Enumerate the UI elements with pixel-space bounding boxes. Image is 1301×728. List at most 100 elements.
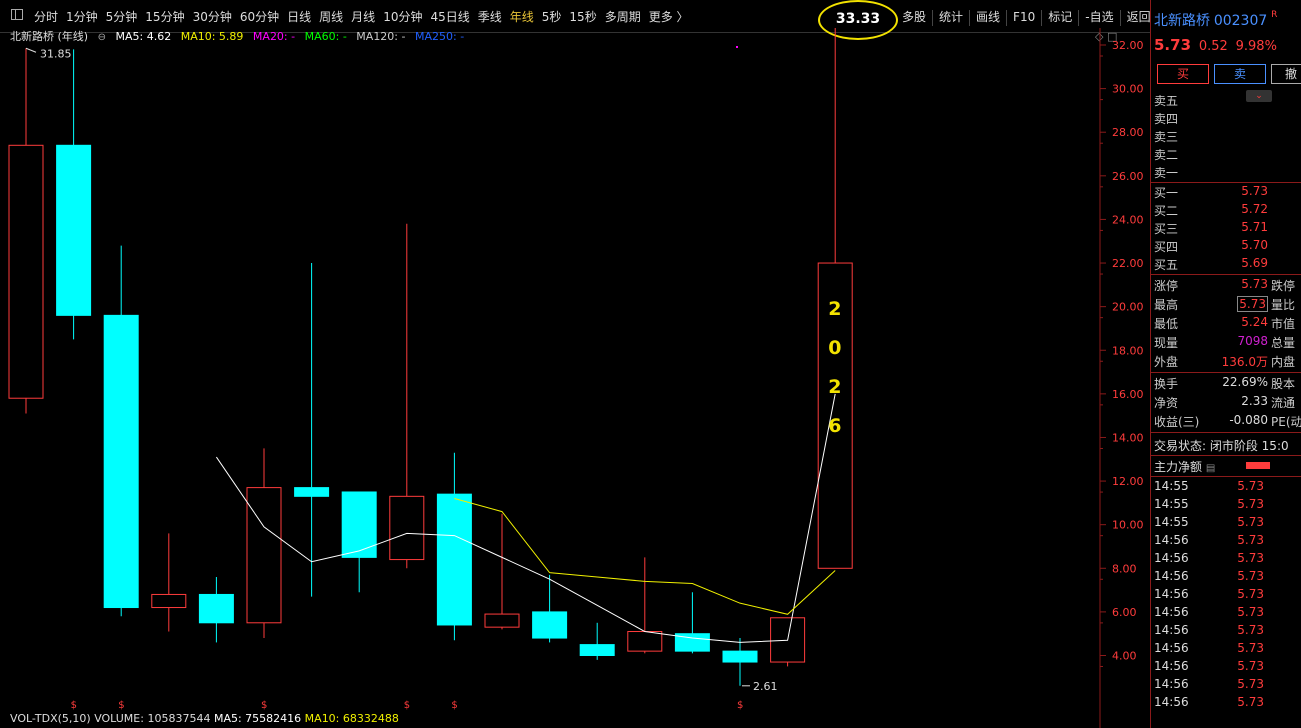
main-flow-label[interactable]: 主力净额 ▤ xyxy=(1154,458,1215,475)
period-tab[interactable]: 月线 xyxy=(351,10,375,24)
period-tabs: 分时 1分钟 5分钟 15分钟 30分钟 60分钟 日线 周线 月线 10分钟 45日线 季线 年线 5秒… xyxy=(34,8,697,24)
ask-label: 卖二 xyxy=(1154,148,1179,162)
year-annotation-char: 2 xyxy=(828,298,841,320)
quote-row: 买一 5.73 xyxy=(1154,184,1301,202)
tool-button[interactable]: 统计 xyxy=(939,8,963,25)
ma5-line xyxy=(215,393,836,643)
cancel-order-button[interactable]: 撤 xyxy=(1271,64,1301,84)
high-price-label: 31.85 xyxy=(40,47,72,60)
tool-separator xyxy=(1078,9,1080,26)
period-tab[interactable]: 60分钟 xyxy=(240,10,279,24)
candle-body-down xyxy=(56,144,92,316)
stat-label-2: 总量 xyxy=(1271,336,1296,350)
year-annotation-char: 0 xyxy=(828,337,841,359)
tick-time: 14:56 xyxy=(1154,533,1189,547)
y-tick-label: 6.00 xyxy=(1112,606,1137,619)
period-tab[interactable]: 更多 〉 xyxy=(649,10,689,24)
tick-time: 14:55 xyxy=(1154,515,1189,529)
y-tick-label: 30.00 xyxy=(1112,83,1144,96)
divider xyxy=(1151,476,1301,477)
stat-value: 7098 xyxy=(1237,334,1268,348)
period-tab[interactable]: 多周期 xyxy=(605,10,641,24)
tool-button[interactable]: F10 xyxy=(1013,10,1035,24)
period-tab[interactable]: 45日线 xyxy=(430,10,469,24)
ask-label: 卖四 xyxy=(1154,112,1179,126)
stock-name: 北新路桥 xyxy=(1154,13,1210,29)
tick-time: 14:56 xyxy=(1154,605,1189,619)
y-tick-label: 10.00 xyxy=(1112,519,1144,532)
tool-button[interactable]: 多股 xyxy=(902,8,926,25)
stat-value: 22.69% xyxy=(1222,375,1268,389)
quote-row: 14:56 5.73 xyxy=(1154,677,1301,695)
y-tick-label: 24.00 xyxy=(1112,213,1144,226)
y-tick-label: 12.00 xyxy=(1112,475,1144,488)
bid-label: 买一 xyxy=(1154,186,1179,200)
stat-label-2: 跌停 xyxy=(1271,279,1296,293)
quote-row: 14:56 5.73 xyxy=(1154,533,1301,551)
candlestick-chart[interactable]: 32.0030.0028.0026.0024.0022.0020.0018.00… xyxy=(0,28,1150,728)
tick-time: 14:56 xyxy=(1154,695,1189,709)
y-tick-label: 22.00 xyxy=(1112,257,1144,270)
quote-row: 14:56 5.73 xyxy=(1154,551,1301,569)
volume-indicator-name[interactable]: VOL-TDX(5,10) xyxy=(10,712,91,725)
period-tab[interactable]: 5秒 xyxy=(542,10,562,24)
period-tab[interactable]: 10分钟 xyxy=(383,10,422,24)
ma20-dot xyxy=(736,46,738,48)
stat-label: 收益(三) xyxy=(1154,415,1200,429)
tool-button[interactable]: 返回 xyxy=(1127,8,1151,25)
period-tab[interactable]: 季线 xyxy=(478,10,502,24)
tick-price: 5.73 xyxy=(1237,497,1264,511)
tick-time: 14:55 xyxy=(1154,497,1189,511)
tick-price: 5.73 xyxy=(1237,551,1264,565)
tick-price: 5.73 xyxy=(1237,605,1264,619)
period-tab[interactable]: 15秒 xyxy=(569,10,596,24)
bid-label: 买三 xyxy=(1154,222,1179,236)
period-tab[interactable]: 15分钟 xyxy=(145,10,184,24)
y-tick-label: 14.00 xyxy=(1112,431,1144,444)
stat-value: 5.73 xyxy=(1241,277,1268,291)
signal-marker: $ xyxy=(737,700,743,711)
period-tab[interactable]: 年线 xyxy=(510,10,534,24)
stat-value: 5.73 xyxy=(1237,296,1268,312)
candle-body-down xyxy=(103,314,139,609)
r-flag: R xyxy=(1271,10,1278,20)
tool-separator xyxy=(1041,9,1043,26)
list-icon: ▤ xyxy=(1205,463,1216,474)
candle-body-up xyxy=(246,487,282,624)
stat-label-2: 内盘 xyxy=(1271,355,1296,369)
y-tick-label: 4.00 xyxy=(1112,650,1137,663)
signal-marker: $ xyxy=(404,700,410,711)
stat-label-2: 市值 xyxy=(1271,317,1296,331)
stat-label: 外盘 xyxy=(1154,355,1179,369)
volume-ma5: MA5: 75582416 xyxy=(213,712,302,725)
candle-body-up xyxy=(389,495,425,561)
period-tab[interactable]: 周线 xyxy=(319,10,343,24)
main-flow-text: 主力净额 xyxy=(1154,460,1203,474)
tool-button[interactable]: 标记 xyxy=(1048,8,1072,25)
period-tab[interactable]: 1分钟 xyxy=(66,10,98,24)
quote-row: 卖四 xyxy=(1154,110,1301,128)
high-pointer xyxy=(25,47,37,53)
period-tab[interactable]: 分时 xyxy=(34,10,58,24)
stat-value: -0.080 xyxy=(1229,413,1268,427)
signal-marker: $ xyxy=(261,700,267,711)
period-tab[interactable]: 日线 xyxy=(287,10,311,24)
tool-separator xyxy=(1119,9,1121,26)
tick-price: 5.73 xyxy=(1237,587,1264,601)
quote-row: 最低 5.24 市值 xyxy=(1154,315,1301,333)
period-tab[interactable]: 5分钟 xyxy=(106,10,138,24)
ask-label: 卖三 xyxy=(1154,130,1179,144)
candle-body-up xyxy=(151,593,187,609)
quote-row: 14:56 5.73 xyxy=(1154,569,1301,587)
period-tab[interactable]: 30分钟 xyxy=(193,10,232,24)
tool-button[interactable]: 画线 xyxy=(976,8,1000,25)
quote-row: 净资 2.33 流通 xyxy=(1154,394,1301,412)
divider xyxy=(1151,455,1301,456)
bid-price: 5.71 xyxy=(1241,220,1268,234)
sell-button[interactable]: 卖 xyxy=(1214,64,1266,84)
layout-toggle-icon[interactable] xyxy=(11,9,23,20)
buy-button[interactable]: 买 xyxy=(1157,64,1209,84)
candle-body-up xyxy=(8,144,44,399)
price-change: 0.52 xyxy=(1198,39,1228,54)
tool-button[interactable]: -自选 xyxy=(1085,8,1113,25)
